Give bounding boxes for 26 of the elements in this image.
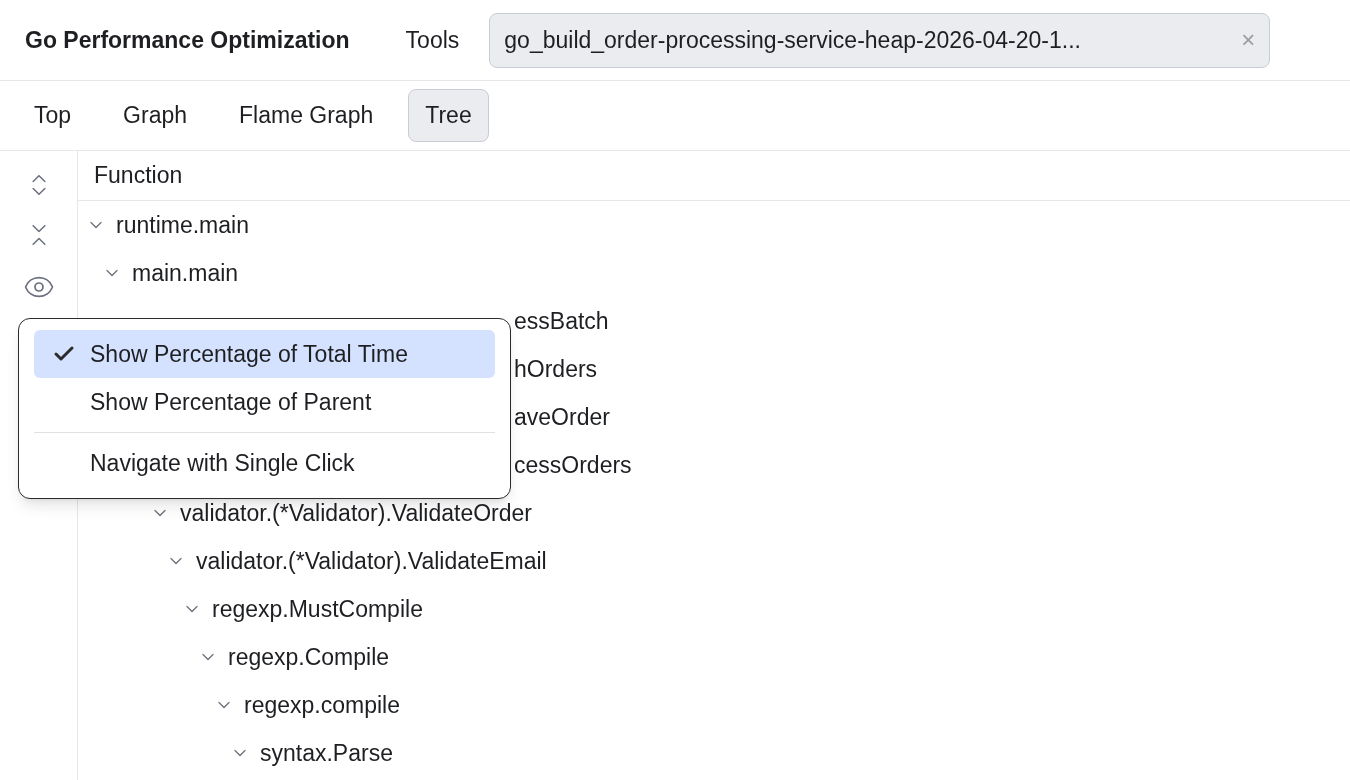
- view-tab[interactable]: Flame Graph: [222, 89, 391, 142]
- menu-item[interactable]: Show Percentage of Parent: [34, 378, 495, 426]
- menu-item-label: Show Percentage of Total Time: [90, 339, 408, 369]
- tools-label[interactable]: Tools: [405, 22, 460, 58]
- function-name[interactable]: cessOrders: [514, 447, 632, 483]
- function-name[interactable]: validator.(*Validator).ValidateEmail: [196, 543, 547, 579]
- window-title: Go Performance Optimization: [25, 25, 350, 55]
- function-name[interactable]: regexp.Compile: [228, 639, 390, 675]
- function-name[interactable]: aveOrder: [514, 399, 610, 435]
- column-header[interactable]: Function: [94, 158, 183, 193]
- view-tab[interactable]: Graph: [106, 89, 205, 142]
- view-tab[interactable]: Top: [17, 89, 89, 142]
- function-name[interactable]: regexp.MustCompile: [212, 591, 423, 627]
- menu-item-label: Show Percentage of Parent: [90, 387, 372, 417]
- function-name[interactable]: syntax.Parse: [260, 735, 393, 771]
- menu-item-label: Navigate with Single Click: [90, 448, 355, 478]
- view-tab[interactable]: Tree: [408, 89, 489, 142]
- function-name[interactable]: regexp.compile: [244, 687, 400, 723]
- file-tab[interactable]: go_build_order-processing-service-heap-2026-04-20-1... ×: [489, 12, 1271, 68]
- menu-item[interactable]: Show Percentage of Total Time: [34, 330, 495, 378]
- function-name[interactable]: essBatch: [514, 303, 609, 339]
- menu-item[interactable]: Navigate with Single Click: [34, 439, 495, 487]
- function-name[interactable]: main.main: [132, 255, 239, 291]
- function-name[interactable]: validator.(*Validator).ValidateOrder: [180, 495, 532, 531]
- function-name[interactable]: runtime.main: [116, 207, 249, 243]
- function-name[interactable]: hOrders: [514, 351, 598, 387]
